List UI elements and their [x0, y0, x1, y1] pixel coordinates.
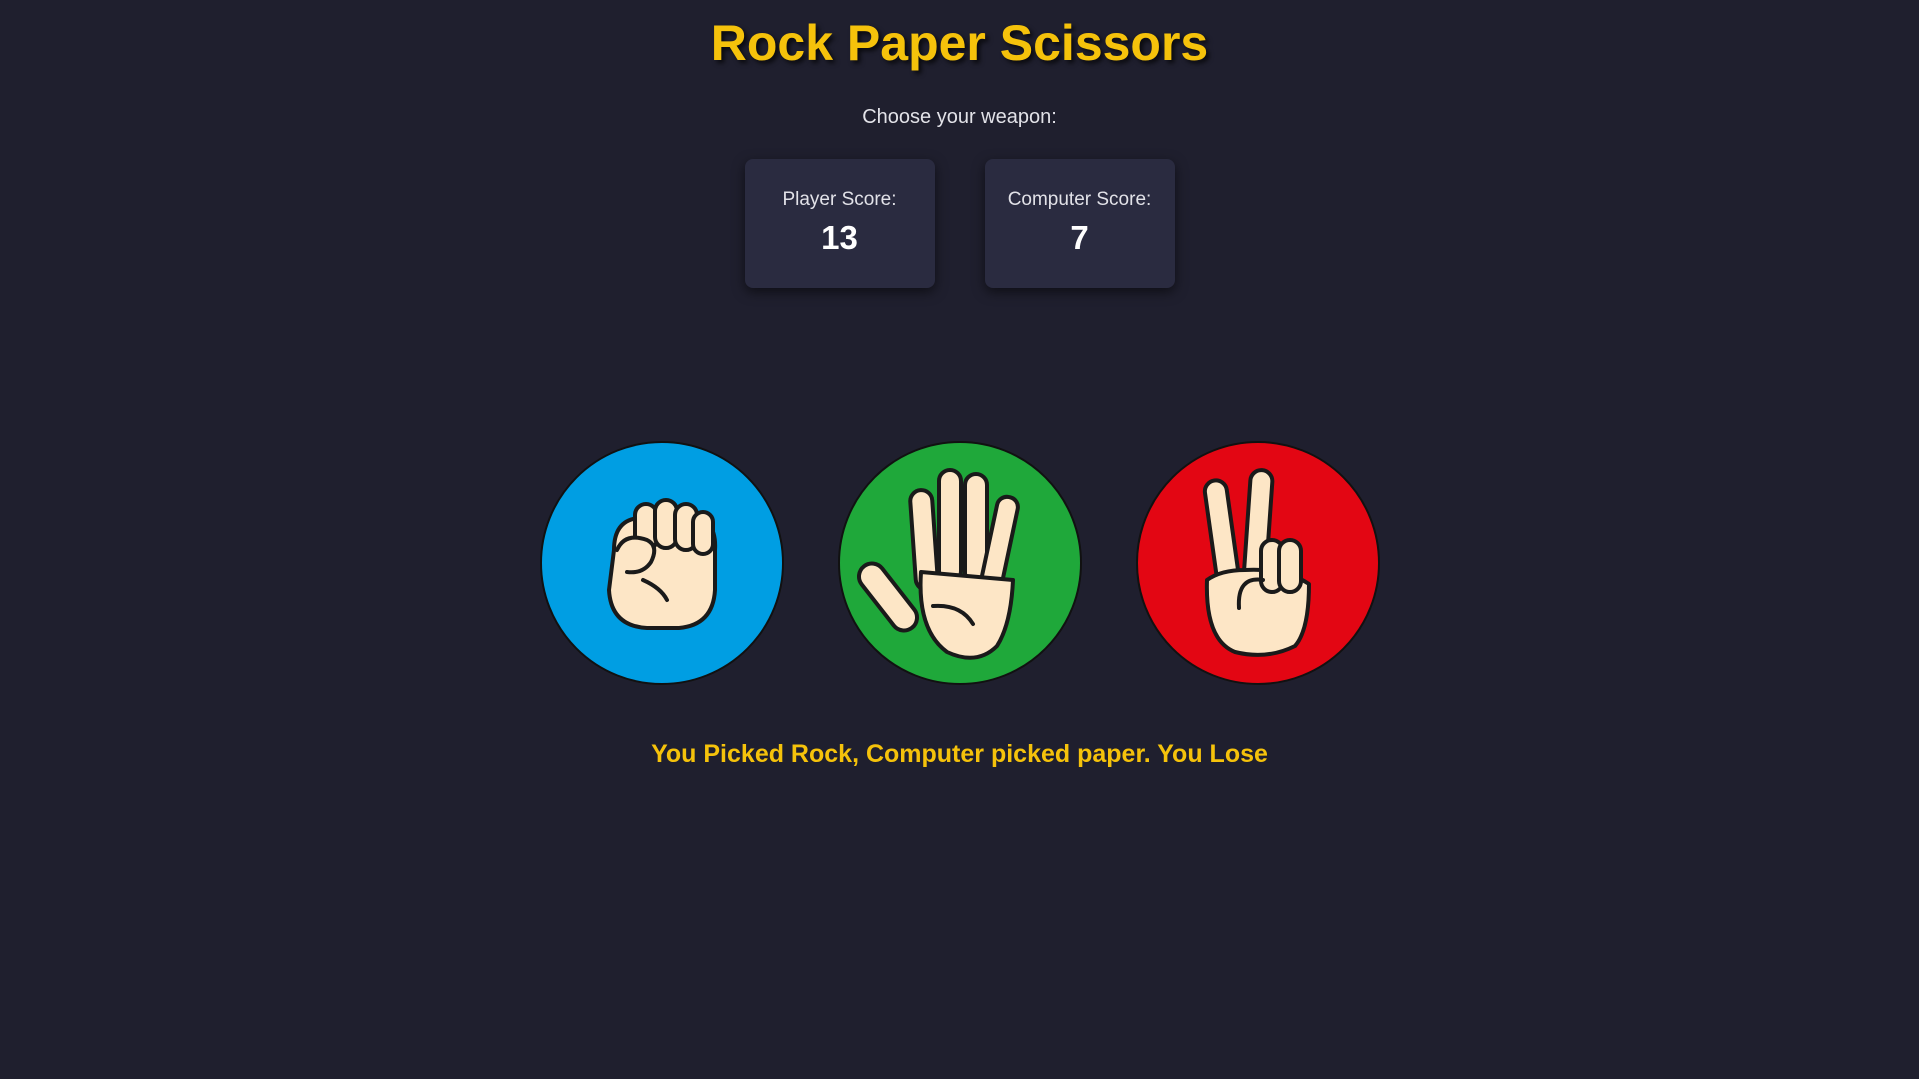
scissors-button[interactable]: [1135, 440, 1381, 686]
scoreboard: Player Score: 13 Computer Score: 7: [0, 159, 1919, 288]
page-title: Rock Paper Scissors: [710, 15, 1209, 71]
paper-button[interactable]: [837, 440, 1083, 686]
result-message: You Picked Rock, Computer picked paper. …: [651, 740, 1268, 768]
weapon-choices: [0, 440, 1919, 686]
computer-score-card: Computer Score: 7: [984, 159, 1175, 288]
player-score-card: Player Score: 13: [744, 159, 935, 288]
game-screen: Rock Paper Scissors Choose your weapon: …: [0, 0, 1919, 1079]
rock-button[interactable]: [539, 440, 785, 686]
peace-hand-icon: [1135, 441, 1380, 685]
choose-prompt: Choose your weapon:: [862, 106, 1057, 128]
player-score-value: 13: [821, 219, 858, 256]
computer-score-label: Computer Score:: [1007, 189, 1152, 210]
computer-score-value: 7: [1070, 219, 1089, 256]
open-hand-icon: [837, 441, 1082, 685]
fist-icon: [539, 441, 784, 685]
player-score-label: Player Score:: [782, 189, 897, 210]
